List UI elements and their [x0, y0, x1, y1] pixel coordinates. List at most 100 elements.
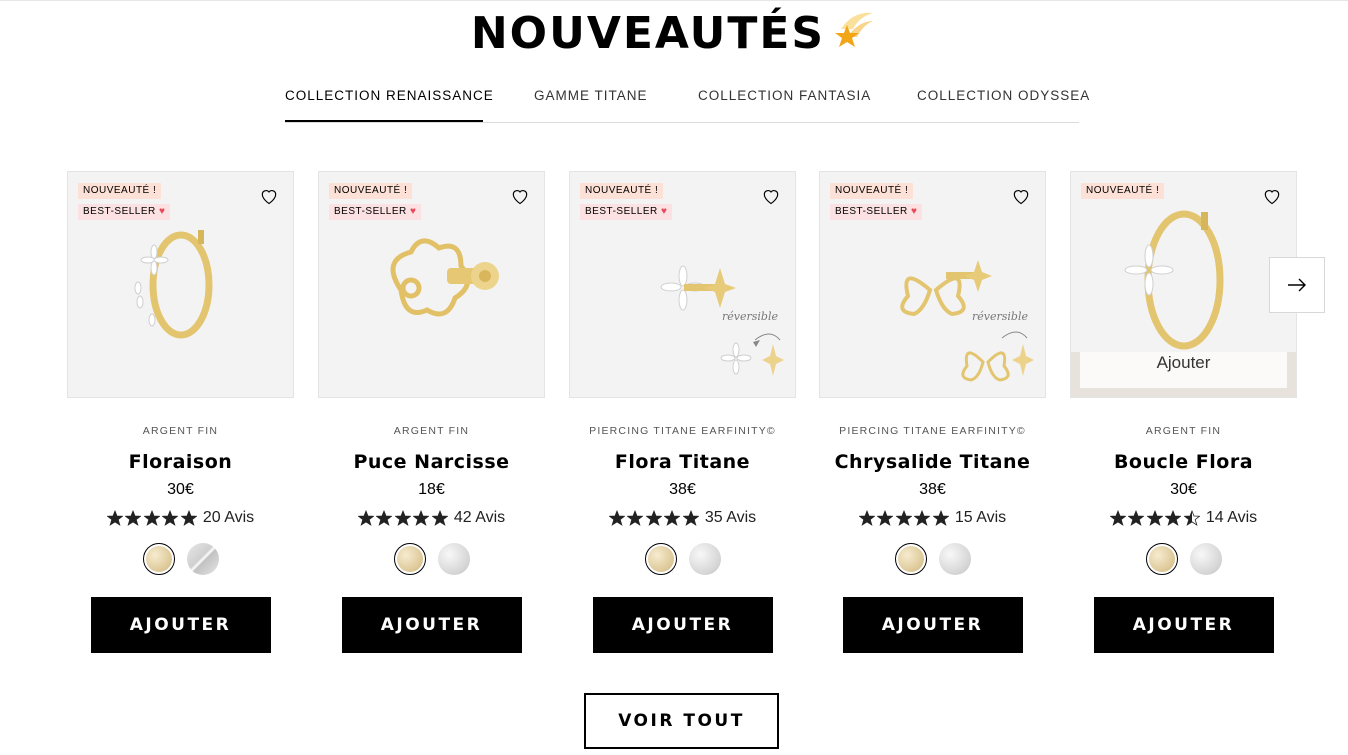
new-badge: NOUVEAUTÉ ! [580, 183, 664, 199]
reversible-note: réversible [972, 310, 1028, 323]
star-full-icon [394, 510, 411, 526]
wishlist-heart-icon[interactable] [1262, 186, 1282, 206]
rating-stars [608, 510, 699, 526]
product-image[interactable]: NOUVEAUTÉ ! BEST-SELLER ♥ réversible [819, 171, 1046, 398]
product-name[interactable]: Puce Narcisse [318, 451, 545, 475]
star-full-icon [1128, 510, 1145, 526]
quick-add-overlay[interactable]: Ajouter [1080, 352, 1287, 388]
product-image[interactable]: Ajouter NOUVEAUTÉ ! [1070, 171, 1297, 398]
product-name[interactable]: Floraison [67, 451, 294, 475]
wishlist-heart-icon[interactable] [761, 186, 781, 206]
new-badge: NOUVEAUTÉ ! [1081, 183, 1165, 199]
product-card-puce-narcisse[interactable]: NOUVEAUTÉ ! BEST-SELLER ♥ ARGENT FIN Puc… [318, 171, 545, 653]
star-full-icon [357, 510, 374, 526]
wishlist-heart-icon[interactable] [259, 186, 279, 206]
best-seller-badge: BEST-SELLER ♥ [580, 204, 673, 220]
product-price: 30€ [167, 481, 194, 498]
star-full-icon [914, 510, 931, 526]
wishlist-heart-icon[interactable] [1011, 186, 1031, 206]
product-name[interactable]: Boucle Flora [1070, 451, 1297, 475]
new-badge: NOUVEAUTÉ ! [830, 183, 914, 199]
product-price: 38€ [669, 481, 696, 498]
product-material: PIERCING TITANE EARFINITY© [839, 425, 1026, 437]
star-full-icon [877, 510, 894, 526]
add-to-cart-button[interactable]: AJOUTER [90, 597, 271, 653]
star-full-icon [143, 510, 160, 526]
best-seller-label: BEST-SELLER [835, 206, 908, 217]
product-name[interactable]: Chrysalide Titane [819, 451, 1046, 475]
review-count: 15 Avis [954, 509, 1007, 526]
new-badge: NOUVEAUTÉ ! [78, 183, 162, 199]
swatch-gold[interactable] [393, 543, 426, 575]
product-card-chrysalide-titane[interactable]: NOUVEAUTÉ ! BEST-SELLER ♥ réversible PIE… [819, 171, 1046, 653]
quick-add-label: Ajouter [1156, 353, 1211, 372]
product-rating[interactable]: 15 Avis [819, 507, 1046, 529]
arrow-right-icon [1288, 278, 1306, 292]
product-image[interactable]: NOUVEAUTÉ ! BEST-SELLER ♥ [318, 171, 545, 398]
product-material: ARGENT FIN [1145, 425, 1222, 437]
swatch-gold[interactable] [142, 543, 175, 575]
rating-stars [858, 510, 949, 526]
color-swatches [819, 543, 1046, 579]
add-to-cart-button[interactable]: AJOUTER [842, 597, 1023, 653]
star-full-icon [895, 510, 912, 526]
section-title-text: NOUVEAUTÉS [470, 8, 826, 59]
star-full-icon [1146, 510, 1163, 526]
best-seller-label: BEST-SELLER [334, 206, 407, 217]
add-to-cart-button[interactable]: AJOUTER [341, 597, 522, 653]
product-rating[interactable]: 20 Avis [67, 507, 294, 529]
star-full-icon [1109, 510, 1126, 526]
star-full-icon [376, 510, 393, 526]
heart-gem-icon: ♥ [159, 206, 166, 217]
best-seller-badge: BEST-SELLER ♥ [830, 204, 923, 220]
shooting-star-emoji-icon [833, 7, 877, 65]
carousel-next-button[interactable] [1269, 257, 1325, 313]
voir-tout-button[interactable]: VOIR TOUT [584, 693, 779, 749]
section-title: NOUVEAUTÉS [0, 6, 1348, 65]
product-rating[interactable]: 42 Avis [318, 507, 545, 529]
tab-collection-odyssea[interactable]: COLLECTION ODYSSEA [917, 88, 1090, 103]
new-badge: NOUVEAUTÉ ! [329, 183, 413, 199]
rating-stars [357, 510, 448, 526]
product-name[interactable]: Flora Titane [569, 451, 796, 475]
star-full-icon [125, 510, 142, 526]
swatch-silver[interactable] [186, 543, 219, 575]
swatch-gold[interactable] [644, 543, 677, 575]
star-full-icon [608, 510, 625, 526]
heart-gem-icon: ♥ [911, 206, 918, 217]
color-swatches [318, 543, 545, 579]
product-material: ARGENT FIN [142, 425, 219, 437]
rating-stars [106, 510, 197, 526]
product-rating[interactable]: 35 Avis [569, 507, 796, 529]
product-price: 30€ [1170, 481, 1197, 498]
product-rating[interactable]: 14 Avis [1070, 507, 1297, 529]
add-to-cart-button[interactable]: AJOUTER [1093, 597, 1274, 653]
product-price: 38€ [919, 481, 946, 498]
swatch-silver[interactable] [938, 543, 971, 575]
swatch-silver[interactable] [688, 543, 721, 575]
star-full-icon [682, 510, 699, 526]
product-image[interactable]: NOUVEAUTÉ ! BEST-SELLER ♥ réversible [569, 171, 796, 398]
product-card-floraison[interactable]: NOUVEAUTÉ ! BEST-SELLER ♥ ARGENT FIN Flo… [67, 171, 294, 653]
tab-gamme-titane[interactable]: GAMME TITANE [534, 88, 648, 103]
color-swatches [67, 543, 294, 579]
tab-collection-fantasia[interactable]: COLLECTION FANTASIA [698, 88, 871, 103]
product-card-flora-titane[interactable]: NOUVEAUTÉ ! BEST-SELLER ♥ réversible PIE… [569, 171, 796, 653]
star-full-icon [431, 510, 448, 526]
product-image[interactable]: NOUVEAUTÉ ! BEST-SELLER ♥ [67, 171, 294, 398]
swatch-gold[interactable] [1145, 543, 1178, 575]
best-seller-badge: BEST-SELLER ♥ [78, 204, 171, 220]
swatch-gold[interactable] [894, 543, 927, 575]
star-full-icon [180, 510, 197, 526]
star-full-icon [413, 510, 430, 526]
top-divider [0, 0, 1348, 1]
best-seller-label: BEST-SELLER [83, 206, 156, 217]
add-to-cart-button[interactable]: AJOUTER [592, 597, 773, 653]
wishlist-heart-icon[interactable] [510, 186, 530, 206]
star-full-icon [645, 510, 662, 526]
product-card-boucle-flora[interactable]: Ajouter NOUVEAUTÉ ! ARGENT FIN Boucle Fl… [1070, 171, 1297, 653]
tab-collection-renaissance[interactable]: COLLECTION RENAISSANCE [285, 88, 494, 103]
swatch-silver[interactable] [437, 543, 470, 575]
best-seller-label: BEST-SELLER [585, 206, 658, 217]
swatch-silver[interactable] [1189, 543, 1222, 575]
